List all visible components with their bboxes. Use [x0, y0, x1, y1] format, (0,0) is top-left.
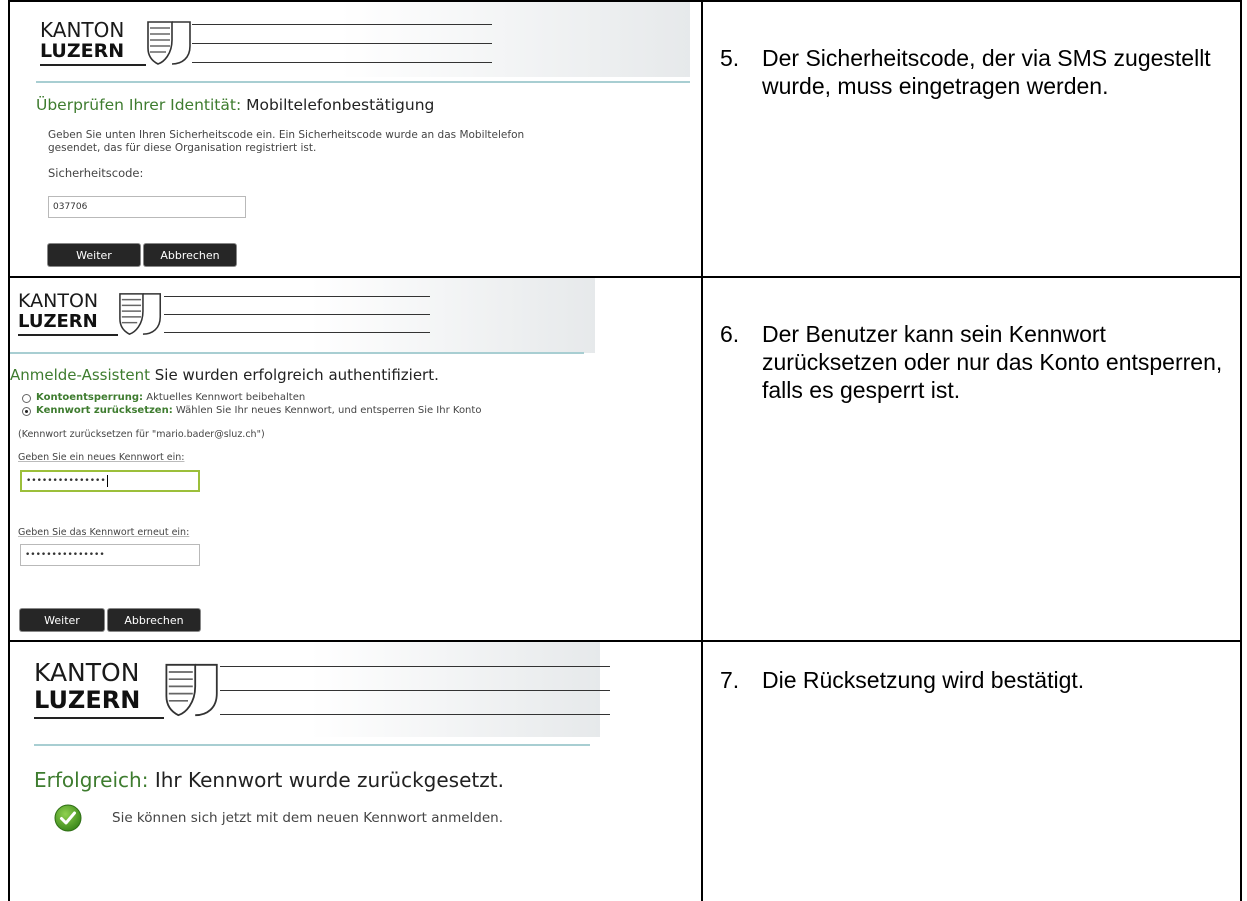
check-circle-icon — [54, 804, 82, 832]
reset-note: (Kennwort zurücksetzen für "mario.bader@… — [18, 429, 265, 440]
success-message: Sie können sich jetzt mit dem neuen Kenn… — [112, 810, 504, 826]
row1-description: 5. Der Sicherheitscode, der via SMS zuge… — [720, 44, 1220, 144]
page-title: Anmelde-Assistent Sie wurden erfolgreich… — [10, 366, 439, 384]
logo-underline — [34, 717, 164, 719]
title-label: Erfolgreich: — [34, 768, 149, 792]
reset-option-bold: Kennwort zurücksetzen: — [36, 405, 173, 416]
logo-kanton-text: KANTON — [34, 658, 140, 687]
logo-kanton-text: KANTON — [40, 18, 125, 42]
coat-of-arms-icon — [119, 293, 162, 335]
title-label: Überprüfen Ihrer Identität: — [36, 96, 242, 114]
step-description: Die Rücksetzung wird bestätigt. — [762, 667, 1085, 693]
title-label: Anmelde-Assistent — [10, 366, 150, 384]
kanton-luzern-logo: KANTON LUZERN — [34, 658, 614, 728]
step-number: 6. — [720, 321, 740, 347]
logo-underline — [18, 334, 118, 336]
text-cursor — [106, 475, 108, 487]
step-number: 7. — [720, 667, 740, 693]
next-button[interactable]: Weiter — [20, 609, 104, 631]
security-code-input[interactable]: 037706 — [48, 196, 246, 218]
header-separator — [34, 744, 590, 746]
table-right-border — [1240, 0, 1242, 901]
logo-line-3 — [192, 62, 492, 63]
logo-luzern-text: LUZERN — [40, 40, 125, 62]
row3-description: 7. Die Rücksetzung wird bestätigt. — [720, 666, 1220, 726]
page-title: Überprüfen Ihrer Identität: Mobiltelefon… — [36, 96, 434, 114]
row1-screenshot-cell: KANTON LUZERN Überprüfen Ihrer Identität… — [10, 2, 701, 276]
kanton-luzern-logo: KANTON LUZERN — [18, 290, 448, 350]
logo-line-2 — [164, 314, 430, 315]
confirm-password-input[interactable]: ••••••••••••••• — [20, 544, 200, 566]
new-password-label: Geben Sie ein neues Kennwort ein: — [18, 452, 185, 463]
logo-line-1 — [164, 296, 430, 297]
unlock-account-radio[interactable] — [22, 394, 31, 403]
reset-option-text: Wählen Sie Ihr neues Kennwort, und entsp… — [175, 405, 482, 416]
column-divider — [701, 0, 703, 901]
kanton-luzern-logo: KANTON LUZERN — [40, 18, 500, 78]
row3-screenshot-cell: KANTON LUZERN Erfolgreich: Ihr Kennwort … — [10, 642, 701, 901]
document-table: KANTON LUZERN Überprüfen Ihrer Identität… — [0, 0, 1247, 901]
coat-of-arms-icon — [165, 663, 218, 717]
logo-line-2 — [220, 690, 610, 691]
new-password-input[interactable]: ••••••••••••••• — [20, 470, 200, 492]
header-separator — [36, 81, 690, 83]
coat-of-arms-icon — [147, 21, 191, 65]
logo-line-3 — [220, 714, 610, 715]
cancel-button[interactable]: Abbrechen — [108, 609, 200, 631]
security-code-label: Sicherheitscode: — [48, 166, 144, 180]
row2-screenshot-cell: KANTON LUZERN Anmelde-Assistent Sie wurd… — [10, 278, 701, 640]
logo-luzern-text: LUZERN — [34, 686, 141, 714]
page-title: Erfolgreich: Ihr Kennwort wurde zurückge… — [34, 768, 504, 792]
title-value: Sie wurden erfolgreich authentifiziert. — [154, 366, 439, 384]
next-button[interactable]: Weiter — [48, 244, 140, 266]
new-password-value: ••••••••••••••• — [26, 476, 106, 486]
header-separator — [10, 352, 584, 354]
unlock-option-text: Aktuelles Kennwort beibehalten — [146, 392, 306, 403]
logo-line-1 — [192, 24, 492, 25]
cancel-button[interactable]: Abbrechen — [144, 244, 236, 266]
logo-line-1 — [220, 666, 610, 667]
row2-description: 6. Der Benutzer kann sein Kennwort zurüc… — [720, 320, 1222, 420]
logo-underline — [40, 64, 146, 66]
info-line-1: Geben Sie unten Ihren Sicherheitscode ei… — [48, 129, 525, 141]
logo-line-3 — [164, 332, 430, 333]
step-number: 5. — [720, 45, 740, 71]
title-value: Mobiltelefonbestätigung — [246, 96, 435, 114]
unlock-option-bold: Kontoentsperrung: — [36, 392, 144, 403]
step-description: Der Benutzer kann sein Kennwort zurückse… — [762, 321, 1223, 403]
logo-kanton-text: KANTON — [18, 290, 99, 312]
reset-option: Kennwort zurücksetzen: Wählen Sie Ihr ne… — [36, 405, 481, 416]
logo-luzern-text: LUZERN — [18, 311, 98, 332]
step-description: Der Sicherheitscode, der via SMS zugeste… — [762, 45, 1211, 99]
info-line-2: gesendet, das für diese Organisation reg… — [48, 142, 317, 154]
reset-password-radio[interactable] — [22, 407, 31, 416]
unlock-option: Kontoentsperrung: Aktuelles Kennwort bei… — [36, 392, 305, 403]
confirm-password-label: Geben Sie das Kennwort erneut ein: — [18, 527, 190, 538]
logo-line-2 — [192, 43, 492, 44]
title-value: Ihr Kennwort wurde zurückgesetzt. — [154, 768, 504, 792]
